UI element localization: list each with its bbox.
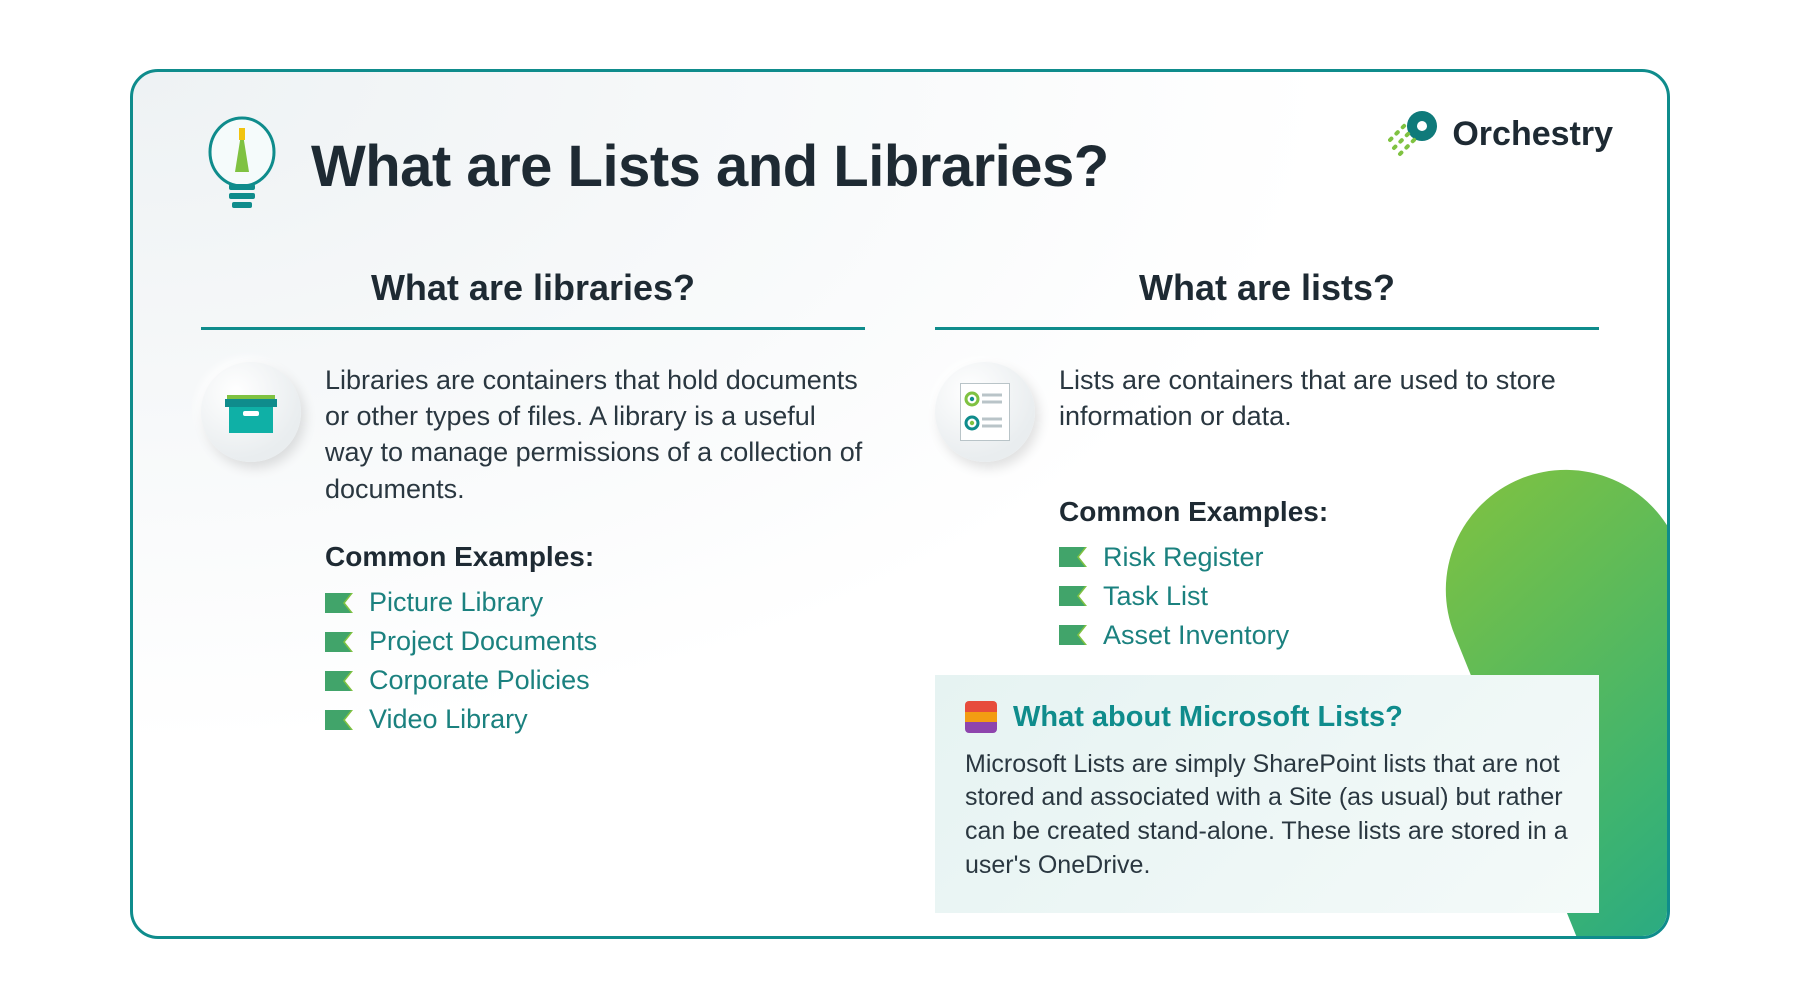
callout-body: Microsoft Lists are simply SharePoint li… [965,748,1569,883]
archive-box-icon [201,362,301,462]
lists-column: What are lists? Lists are c [935,267,1599,913]
flag-icon [325,593,353,613]
lists-description: Lists are containers that are used to st… [1059,362,1599,435]
example-label: Risk Register [1103,542,1264,573]
lists-examples-label: Common Examples: [1059,496,1599,528]
flag-icon [1059,625,1087,645]
callout-ms-lists: What about Microsoft Lists? Microsoft Li… [935,675,1599,913]
orchestry-logo-icon [1388,106,1440,163]
example-label: Video Library [369,704,528,735]
example-label: Project Documents [369,626,597,657]
example-label: Task List [1103,581,1208,612]
flag-icon [325,710,353,730]
columns: What are libraries? Libraries are contai… [201,267,1599,913]
libraries-description: Libraries are containers that hold docum… [325,362,865,508]
example-label: Corporate Policies [369,665,590,696]
lists-examples: Common Examples: Risk Register Task List… [1059,496,1599,651]
list-item: Risk Register [1059,542,1599,573]
example-label: Asset Inventory [1103,620,1289,651]
brand-name: Orchestry [1452,115,1613,154]
list-item: Video Library [325,704,865,735]
lists-body: Lists are containers that are used to st… [935,362,1599,462]
flag-icon [325,632,353,652]
slide: Orchestry What are Lists and Libraries? … [130,69,1670,939]
libraries-examples: Common Examples: Picture Library Project… [325,541,865,735]
libraries-heading: What are libraries? [201,267,865,330]
page-title: What are Lists and Libraries? [311,133,1109,200]
list-item: Picture Library [325,587,865,618]
lightbulb-icon [201,114,283,219]
flag-icon [1059,586,1087,606]
brand-logo: Orchestry [1388,106,1613,163]
list-document-icon [935,362,1035,462]
list-item: Corporate Policies [325,665,865,696]
libraries-body: Libraries are containers that hold docum… [201,362,865,508]
callout-title: What about Microsoft Lists? [1013,701,1403,734]
flag-icon [1059,547,1087,567]
libraries-examples-label: Common Examples: [325,541,865,573]
example-label: Picture Library [369,587,543,618]
list-item: Asset Inventory [1059,620,1599,651]
libraries-column: What are libraries? Libraries are contai… [201,267,865,913]
flag-icon [325,671,353,691]
lists-heading: What are lists? [935,267,1599,330]
list-item: Project Documents [325,626,865,657]
callout-header: What about Microsoft Lists? [965,701,1569,734]
lists-example-list: Risk Register Task List Asset Inventory [1059,542,1599,651]
microsoft-lists-icon [965,701,997,733]
libraries-example-list: Picture Library Project Documents Corpor… [325,587,865,735]
list-item: Task List [1059,581,1599,612]
